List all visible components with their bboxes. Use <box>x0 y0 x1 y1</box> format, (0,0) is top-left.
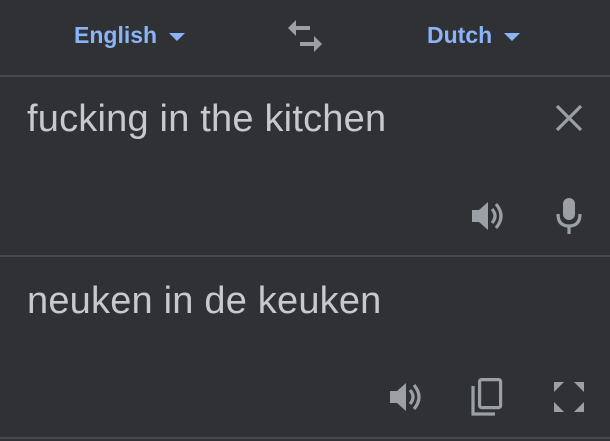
microphone-icon <box>556 198 582 234</box>
close-icon <box>555 104 583 132</box>
listen-source-button[interactable] <box>470 199 506 233</box>
target-language-label: Dutch <box>427 21 493 48</box>
speaker-icon <box>472 202 503 230</box>
divider <box>0 75 610 77</box>
microphone-button[interactable] <box>554 197 584 235</box>
divider <box>0 255 610 257</box>
chevron-down-icon <box>169 33 186 41</box>
translate-app: English Dutch fucking in the kitchen neu… <box>0 0 610 441</box>
speaker-icon <box>390 383 421 411</box>
language-bar: English Dutch <box>0 0 610 75</box>
source-language-selector[interactable]: English <box>74 18 186 52</box>
copy-translation-button[interactable] <box>471 378 503 416</box>
swap-languages-button[interactable] <box>284 18 326 54</box>
source-text-input[interactable]: fucking in the kitchen <box>27 98 386 141</box>
divider <box>0 437 610 439</box>
translated-text: neuken in de keuken <box>27 280 382 322</box>
clear-text-button[interactable] <box>553 102 585 134</box>
listen-translation-button[interactable] <box>388 380 424 414</box>
fullscreen-button[interactable] <box>552 380 586 414</box>
swap-languages-icon <box>288 20 322 52</box>
chevron-down-icon <box>504 33 521 41</box>
target-language-selector[interactable]: Dutch <box>427 18 521 52</box>
source-language-label: English <box>74 21 158 48</box>
copy-icon <box>471 378 503 416</box>
fullscreen-icon <box>554 382 584 412</box>
